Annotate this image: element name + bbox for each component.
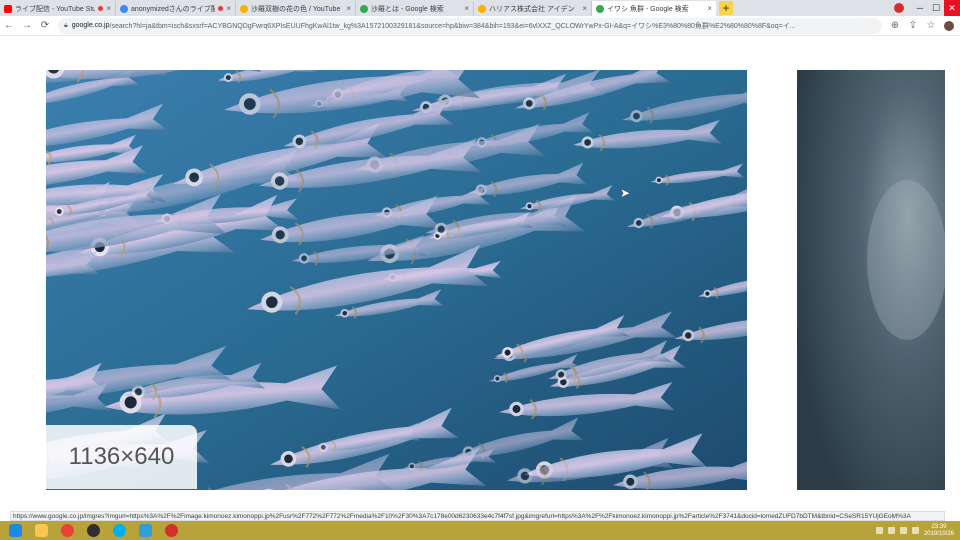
tab-3[interactable]: 沙羅双樹の花の色 / YouTube × [236,1,356,16]
taskbar-app-5[interactable] [108,522,130,539]
tray-arrow-icon[interactable] [875,527,883,534]
skype-icon [112,524,126,537]
recording-indicator-icon [218,6,224,11]
obs-icon [86,524,100,537]
tab-label: ライブ配信 - YouTube Studio [15,5,96,13]
file-explorer-icon [34,524,48,537]
tab-close-icon[interactable]: × [346,4,351,13]
address-bar[interactable]: 🔒︎ google.co.jp /search?hl=ja&tbm=isch&s… [58,17,882,34]
mouse-cursor: ➤ [620,186,631,200]
globe-icon [120,4,128,13]
forward-button[interactable]: → [18,17,36,35]
tab-label: 沙羅とは - Google 検索 [371,5,444,13]
taskbar-app-3[interactable] [56,522,78,539]
taskbar-app-1[interactable] [4,522,26,539]
page-icon [478,4,486,13]
image-dimensions-label: 1136×640 [46,425,197,489]
google-icon [596,4,604,13]
maximize-button[interactable]: ☐ [928,0,944,16]
tab-close-icon[interactable]: × [707,4,712,13]
tab-strip: ライブ配信 - YouTube Studio×anonymizedさんのライブ配… [0,0,960,16]
tab-label: ハリアス株式会社 アイデン [489,5,575,13]
tab-label: anonymizedさんのライブ配信 [131,5,215,13]
youtube-icon [4,4,12,13]
new-tab-button[interactable]: + [719,1,733,15]
window-controls: ─ ☐ ✕ [894,0,960,16]
clock[interactable]: 23:39 2019/10/26 [924,524,954,538]
taskbar-app-2[interactable] [30,522,52,539]
close-button[interactable]: ✕ [944,0,960,16]
tab-close-icon[interactable]: × [106,4,111,13]
app-icon [164,524,178,537]
browser-toolbar: ← → ⟳ 🔒︎ google.co.jp /search?hl=ja&tbm=… [0,16,960,36]
internet-explorer-icon [8,524,22,537]
account-avatar[interactable] [944,20,954,31]
tab-close-icon[interactable]: × [464,4,469,13]
tab-2[interactable]: anonymizedさんのライブ配信 × [116,1,236,16]
star-icon[interactable]: ☆ [922,17,940,35]
store-icon [138,524,152,537]
back-button[interactable]: ← [0,17,18,35]
tab-6[interactable]: イワシ 魚群 - Google 検索 × [592,1,716,16]
lock-icon: 🔒︎ [64,21,68,29]
address-host: google.co.jp [71,22,110,29]
taskbar-app-4[interactable] [82,522,104,539]
share-icon[interactable]: ⇪ [904,17,922,35]
next-image-thumbnail[interactable] [797,70,945,490]
status-url: https://www.google.co.jp/imgres?imgurl=h… [10,511,945,521]
tab-4[interactable]: 沙羅とは - Google 検索 × [356,1,474,16]
profile-avatar[interactable] [894,3,904,13]
zoom-icon[interactable]: ⊕ [886,17,904,35]
network-icon[interactable] [887,527,895,534]
tab-close-icon[interactable]: × [582,4,587,13]
windows-taskbar: 23:39 2019/10/26 [0,521,960,540]
clock-time: 23:39 [931,523,947,530]
volume-icon[interactable] [899,527,907,534]
image-viewer: 1136×640 ➤ [0,36,960,512]
taskbar-app-6[interactable] [134,522,156,539]
chrome-icon [60,524,74,537]
address-path: /search?hl=ja&tbm=isch&sxsrf=ACYBGNQDgFw… [109,22,796,30]
taskbar-app-7[interactable] [160,522,182,539]
recording-indicator-icon [98,6,104,11]
tab-label: 沙羅双樹の花の色 / YouTube [251,5,341,13]
reload-button[interactable]: ⟳ [36,17,54,35]
minimize-button[interactable]: ─ [912,0,928,16]
system-tray: 23:39 2019/10/26 [875,521,954,540]
tab-label: イワシ 魚群 - Google 検索 [607,5,689,13]
google-icon [360,4,368,13]
tab-close-icon[interactable]: × [226,4,231,13]
tab-1[interactable]: ライブ配信 - YouTube Studio × [0,1,116,16]
keyboard-icon[interactable] [911,527,919,534]
page-icon [240,4,248,13]
clock-date: 2019/10/26 [923,530,954,537]
tab-5[interactable]: ハリアス株式会社 アイデン × [474,1,592,16]
dark-water-image [797,70,945,490]
